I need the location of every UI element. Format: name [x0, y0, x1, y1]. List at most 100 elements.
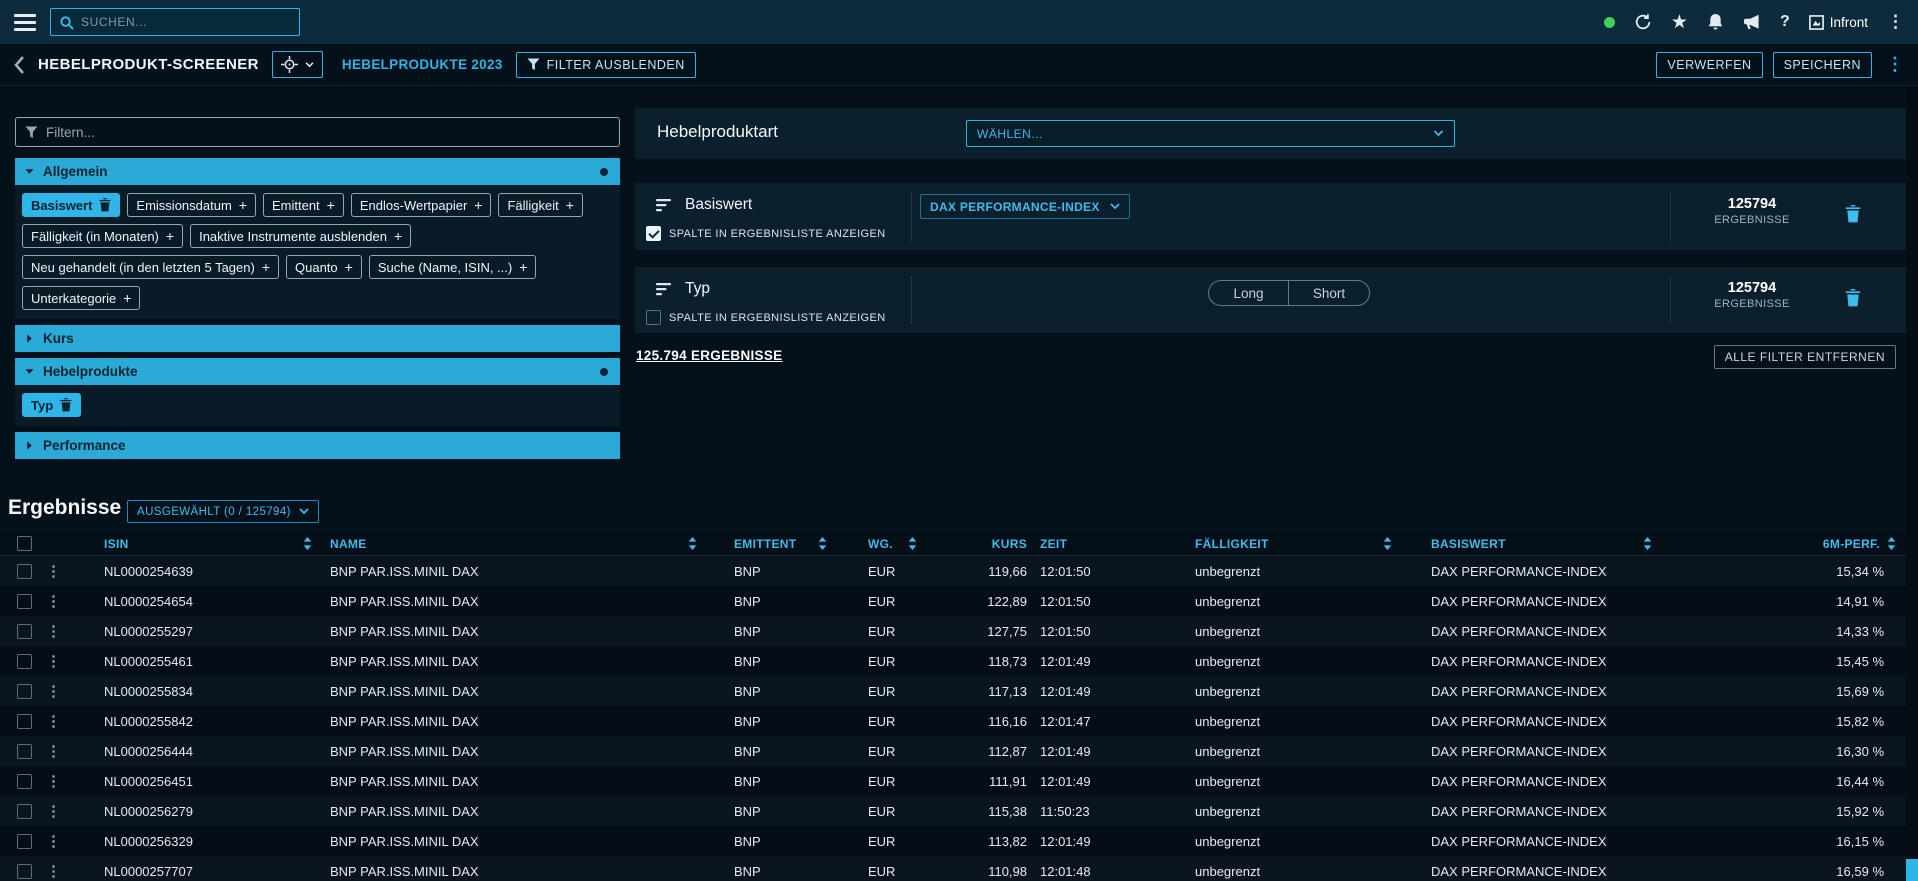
col-header-6m-perf[interactable]: 6M-PERF.	[1660, 531, 1906, 556]
filter-chip-unterkategorie[interactable]: Unterkategorie+	[22, 286, 140, 310]
col-header-kurs[interactable]: KURS	[925, 531, 1035, 556]
row-menu-icon[interactable]: ⋮	[46, 803, 61, 820]
total-results-link[interactable]: 125.794 ERGEBNISSE	[636, 348, 782, 363]
filter-chip-neu-gehandelt-in-den-letzten-5-tagen[interactable]: Neu gehandelt (in den letzten 5 Tagen)+	[22, 255, 279, 279]
row-checkbox[interactable]	[17, 744, 32, 759]
sort-icon[interactable]	[303, 537, 320, 550]
row-checkbox[interactable]	[17, 624, 32, 639]
row-checkbox[interactable]	[17, 804, 32, 819]
table-row[interactable]: ⋮NL0000256444BNP PAR.ISS.MINIL DAXBNPEUR…	[0, 736, 1906, 766]
row-checkbox[interactable]	[17, 564, 32, 579]
save-button[interactable]: SPEICHERN	[1773, 52, 1872, 78]
sort-icon[interactable]	[818, 537, 835, 550]
global-search[interactable]	[50, 8, 300, 36]
filter-chip-emissionsdatum[interactable]: Emissionsdatum+	[127, 193, 256, 217]
table-row[interactable]: ⋮NL0000256451BNP PAR.ISS.MINIL DAXBNPEUR…	[0, 766, 1906, 796]
filter-chip-suche-name-isin[interactable]: Suche (Name, ISIN, ...)+	[369, 255, 537, 279]
row-checkbox[interactable]	[17, 594, 32, 609]
col-header-basiswert[interactable]: BASISWERT	[1400, 531, 1660, 556]
filter-chip-emittent[interactable]: Emittent+	[263, 193, 344, 217]
bell-icon[interactable]	[1707, 13, 1724, 31]
row-menu-icon[interactable]: ⋮	[46, 773, 61, 790]
row-menu-icon[interactable]: ⋮	[46, 563, 61, 580]
table-row[interactable]: ⋮NL0000255461BNP PAR.ISS.MINIL DAXBNPEUR…	[0, 646, 1906, 676]
row-checkbox[interactable]	[17, 864, 32, 879]
trash-icon[interactable]	[1845, 289, 1861, 307]
row-menu-icon[interactable]: ⋮	[46, 623, 61, 640]
help-icon[interactable]: ?	[1780, 13, 1790, 31]
column-checkbox[interactable]	[646, 226, 661, 241]
table-row[interactable]: ⋮NL0000256329BNP PAR.ISS.MINIL DAXBNPEUR…	[0, 826, 1906, 856]
row-menu-icon[interactable]: ⋮	[46, 593, 61, 610]
discard-button[interactable]: VERWERFEN	[1656, 52, 1762, 78]
trash-icon[interactable]	[1845, 205, 1861, 223]
filter-search[interactable]	[15, 117, 620, 147]
basiswert-select[interactable]: DAX PERFORMANCE-INDEX	[920, 194, 1130, 219]
sort-icon[interactable]	[1643, 537, 1660, 550]
infront-logo[interactable]: Infront	[1809, 15, 1868, 30]
row-menu-icon[interactable]: ⋮	[46, 833, 61, 850]
toggle-short[interactable]: Short	[1288, 280, 1370, 306]
filter-section-kurs[interactable]: Kurs	[15, 325, 620, 352]
search-input[interactable]	[81, 15, 291, 29]
row-checkbox[interactable]	[17, 714, 32, 729]
col-header-emittent[interactable]: EMITTENT	[705, 531, 835, 556]
show-column-toggle[interactable]: SPALTE IN ERGEBNISLISTE ANZEIGEN	[646, 310, 886, 325]
col-header-wg[interactable]: WG.	[835, 531, 925, 556]
trash-icon[interactable]	[60, 398, 72, 412]
filter-section-hebelprodukte[interactable]: Hebelprodukte	[15, 358, 620, 385]
saved-screen-name[interactable]: HEBELPRODUKTE 2023	[342, 57, 503, 72]
col-header-name[interactable]: NAME	[320, 531, 705, 556]
filter-chip-fälligkeit-in-monaten[interactable]: Fälligkeit (in Monaten)+	[22, 224, 183, 248]
table-row[interactable]: ⋮NL0000257707BNP PAR.ISS.MINIL DAXBNPEUR…	[0, 856, 1906, 881]
sort-icon[interactable]	[908, 537, 925, 550]
row-menu-icon[interactable]: ⋮	[46, 863, 61, 880]
product-type-select[interactable]: WÄHLEN...	[966, 120, 1455, 147]
table-row[interactable]: ⋮NL0000254654BNP PAR.ISS.MINIL DAXBNPEUR…	[0, 586, 1906, 616]
row-menu-icon[interactable]: ⋮	[46, 743, 61, 760]
row-checkbox[interactable]	[17, 774, 32, 789]
link-channel-button[interactable]	[272, 51, 323, 78]
filter-chip-basiswert[interactable]: Basiswert	[22, 193, 120, 217]
sort-icon[interactable]	[688, 537, 705, 550]
hide-filters-button[interactable]: FILTER AUSBLENDEN	[516, 52, 696, 78]
table-row[interactable]: ⋮NL0000255297BNP PAR.ISS.MINIL DAXBNPEUR…	[0, 616, 1906, 646]
filter-section-performance[interactable]: Performance	[15, 432, 620, 459]
scrollbar-thumb[interactable]	[1906, 859, 1918, 881]
row-checkbox[interactable]	[17, 654, 32, 669]
back-icon[interactable]	[14, 56, 25, 74]
filter-chip-typ[interactable]: Typ	[22, 393, 81, 417]
filter-chip-endlos-wertpapier[interactable]: Endlos-Wertpapier+	[351, 193, 492, 217]
clear-all-filters-button[interactable]: ALLE FILTER ENTFERNEN	[1714, 345, 1896, 369]
scrollbar-track[interactable]	[1906, 86, 1918, 881]
table-row[interactable]: ⋮NL0000256279BNP PAR.ISS.MINIL DAXBNPEUR…	[0, 796, 1906, 826]
overflow-menu-icon[interactable]: ⋮	[1887, 12, 1904, 32]
table-row[interactable]: ⋮NL0000255834BNP PAR.ISS.MINIL DAXBNPEUR…	[0, 676, 1906, 706]
sort-icon[interactable]	[1887, 537, 1896, 550]
column-checkbox[interactable]	[646, 310, 661, 325]
row-checkbox[interactable]	[17, 834, 32, 849]
select-all-checkbox[interactable]	[17, 536, 32, 551]
row-menu-icon[interactable]: ⋮	[46, 713, 61, 730]
filter-chip-inaktive-instrumente-ausblenden[interactable]: Inaktive Instrumente ausblenden+	[190, 224, 411, 248]
sort-icon[interactable]	[1383, 537, 1400, 550]
col-header-isin[interactable]: ISIN	[70, 531, 320, 556]
filter-search-input[interactable]	[46, 125, 610, 140]
col-header-fälligkeit[interactable]: FÄLLIGKEIT	[1185, 531, 1400, 556]
row-menu-icon[interactable]: ⋮	[46, 683, 61, 700]
col-header-zeit[interactable]: ZEIT	[1035, 531, 1185, 556]
megaphone-icon[interactable]	[1743, 14, 1761, 30]
table-row[interactable]: ⋮NL0000254639BNP PAR.ISS.MINIL DAXBNPEUR…	[0, 556, 1906, 586]
sync-icon[interactable]	[1634, 13, 1652, 31]
selected-dropdown[interactable]: AUSGEWÄHLT (0 / 125794)	[127, 500, 319, 523]
show-column-toggle[interactable]: SPALTE IN ERGEBNISLISTE ANZEIGEN	[646, 226, 886, 241]
filter-chip-fälligkeit[interactable]: Fälligkeit+	[498, 193, 582, 217]
table-row[interactable]: ⋮NL0000255842BNP PAR.ISS.MINIL DAXBNPEUR…	[0, 706, 1906, 736]
menu-icon[interactable]	[14, 14, 36, 31]
toggle-long[interactable]: Long	[1208, 280, 1288, 306]
filter-chip-quanto[interactable]: Quanto+	[286, 255, 362, 279]
toolbar-overflow-icon[interactable]: ⋮	[1886, 54, 1904, 75]
row-menu-icon[interactable]: ⋮	[46, 653, 61, 670]
filter-section-allgemein[interactable]: Allgemein	[15, 158, 620, 185]
star-icon[interactable]: ★	[1671, 13, 1688, 32]
